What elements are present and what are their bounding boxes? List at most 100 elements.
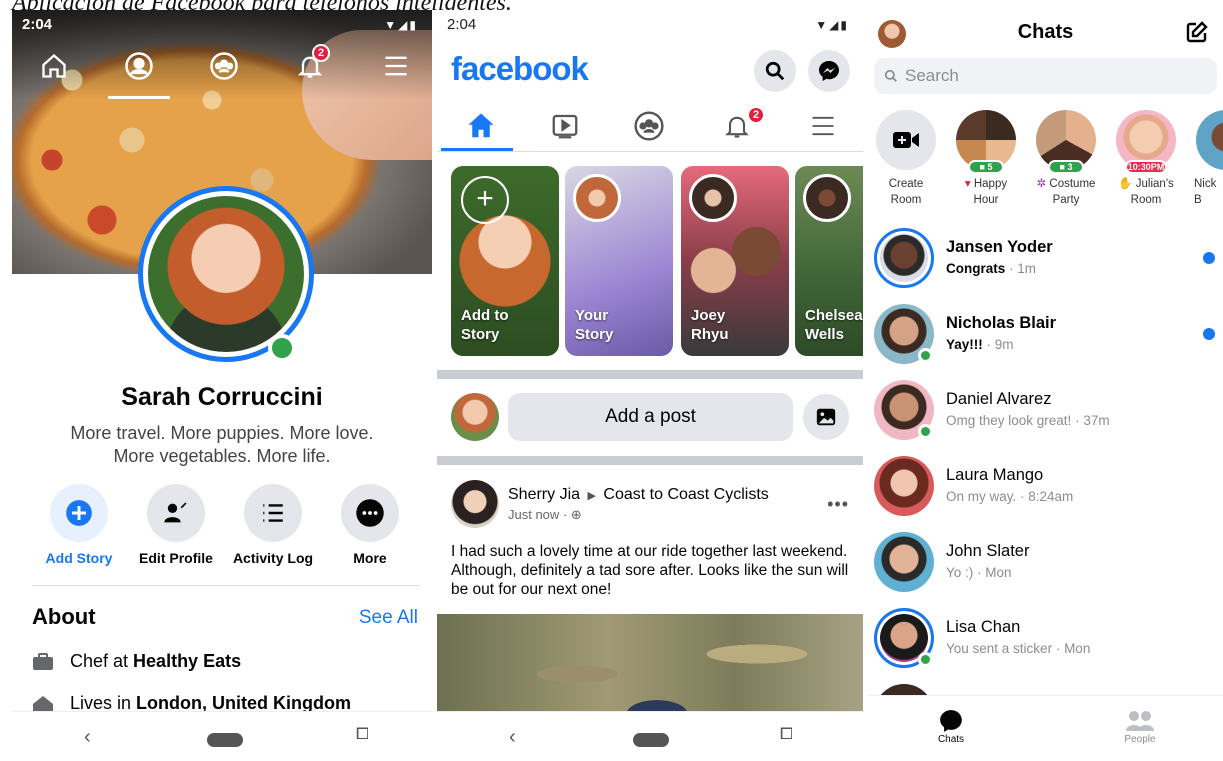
- home-pill-icon[interactable]: [633, 733, 669, 747]
- home-tab[interactable]: [32, 48, 76, 84]
- chat-row[interactable]: Lisa Chan You sent a sticker · Mon: [868, 606, 1223, 682]
- rooms-tray: Create Room ■ 5 ▾ Happy Hour ■ 3 ✲ Costume…: [868, 110, 1223, 220]
- story-card-chelsea[interactable]: Chelsea Wells: [795, 166, 863, 356]
- unread-indicator: [1203, 252, 1215, 264]
- room-happy-hour[interactable]: ■ 5 ▾ Happy Hour: [946, 110, 1026, 208]
- chat-preview: Yo :) · Mon: [946, 565, 1012, 580]
- story-card-your[interactable]: Your Story: [565, 166, 673, 356]
- messenger-button[interactable]: [808, 50, 850, 92]
- online-indicator: [918, 424, 933, 439]
- action-label: Activity Log: [232, 550, 314, 566]
- tab-menu[interactable]: [783, 102, 863, 150]
- messenger-screen: Chats Search Create Room ■ 5 ▾ Happy Hour …: [868, 10, 1223, 761]
- notification-badge: 2: [747, 106, 765, 124]
- room-costume-party[interactable]: ■ 3 ✲ Costume Party: [1026, 110, 1106, 208]
- feed-screen: 2:04 ▼◢▮ facebook 2 + Add to Story Your …: [437, 10, 863, 761]
- chat-row[interactable]: Daniel Alvarez Omg they look great! · 37…: [868, 378, 1223, 454]
- post-author[interactable]: Sherry Jia: [508, 486, 580, 503]
- chat-row[interactable]: Nicholas Blair Yay!!! · 9m: [868, 302, 1223, 378]
- more-button[interactable]: More: [320, 484, 420, 566]
- back-icon[interactable]: ‹: [84, 726, 91, 749]
- room-julians[interactable]: 10:30PM ✋ Julian's Room: [1106, 110, 1186, 208]
- story-card-add[interactable]: + Add to Story: [451, 166, 559, 356]
- room-label: ✲ Costume Party: [1036, 178, 1096, 206]
- online-status-indicator: [268, 334, 296, 362]
- profile-nav: 2: [12, 44, 432, 99]
- section-separator: [437, 370, 863, 379]
- chat-row[interactable]: Laura Mango On my way. · 8:24am: [868, 454, 1223, 530]
- messenger-icon: [819, 61, 839, 81]
- tab-groups[interactable]: [609, 102, 689, 150]
- tab-watch[interactable]: [525, 102, 605, 150]
- hamburger-menu-icon: [385, 56, 407, 76]
- profile-bio: More travel. More puppies. More love. Mo…: [32, 422, 412, 468]
- chat-preview: Omg they look great! · 37m: [946, 413, 1110, 428]
- globe-icon: ⊕: [570, 507, 582, 522]
- post-image[interactable]: [437, 614, 863, 714]
- groups-icon: [634, 111, 664, 141]
- chat-name: Laura Mango: [946, 466, 1044, 484]
- messenger-tab-bar: Chats People: [868, 695, 1223, 761]
- unread-indicator: [1203, 328, 1215, 340]
- create-room-button[interactable]: Create Room: [868, 110, 946, 208]
- rotate-icon[interactable]: ⧠: [356, 726, 369, 744]
- bio-line: More vegetables. More life.: [113, 446, 331, 466]
- active-tab-indicator: [108, 96, 170, 99]
- tab-chats[interactable]: Chats: [911, 708, 991, 745]
- work-prefix: Chef at: [70, 651, 129, 671]
- see-all-link[interactable]: See All: [359, 607, 418, 629]
- search-input[interactable]: Search: [874, 58, 1217, 94]
- arrow-right-icon: ▶: [587, 490, 596, 502]
- chat-row[interactable]: Jansen Yoder Congrats · 1m: [868, 226, 1223, 302]
- story-card-joey[interactable]: Joey Rhyu: [681, 166, 789, 356]
- room-nick[interactable]: Nick B: [1186, 110, 1223, 208]
- add-story-circle: [50, 484, 108, 542]
- rotate-icon[interactable]: ⧠: [780, 726, 793, 744]
- notifications-tab[interactable]: 2: [288, 44, 332, 84]
- online-indicator: [918, 652, 933, 667]
- chat-row[interactable]: John Slater Yo :) · Mon: [868, 530, 1223, 606]
- home-pill-icon[interactable]: [207, 733, 243, 747]
- chat-name: Jansen Yoder: [946, 238, 1053, 256]
- chat-avatar: [874, 532, 934, 592]
- people-icon: [1100, 708, 1180, 734]
- room-label: Create Room: [888, 178, 924, 206]
- tab-people[interactable]: People: [1100, 708, 1180, 745]
- photo-button[interactable]: [803, 394, 849, 440]
- tab-notifications[interactable]: 2: [697, 102, 777, 150]
- tab-home[interactable]: [441, 102, 521, 150]
- home-icon: [42, 53, 66, 78]
- profile-tab[interactable]: [117, 48, 161, 84]
- list-icon: [263, 504, 283, 522]
- system-nav-bar: ‹ ⧠: [12, 711, 432, 761]
- system-nav-bar: ‹ ⧠: [437, 711, 863, 761]
- composer-avatar[interactable]: [451, 393, 499, 441]
- post-group[interactable]: Coast to Coast Cyclists: [603, 486, 768, 503]
- compose-button[interactable]: [1183, 18, 1211, 46]
- activity-log-button[interactable]: Activity Log: [223, 484, 323, 566]
- divider: [32, 585, 420, 586]
- story-name: Chelsea Wells: [805, 307, 863, 343]
- section-separator: [437, 456, 863, 465]
- menu-tab[interactable]: [374, 48, 418, 84]
- story-avatar: [689, 174, 737, 222]
- edit-profile-button[interactable]: Edit Profile: [126, 484, 226, 566]
- add-post-input[interactable]: Add a post: [508, 393, 793, 441]
- chat-preview: On my way. · 8:24am: [946, 489, 1074, 504]
- groups-tab[interactable]: [202, 48, 246, 84]
- sparkle-icon: ✲: [1036, 178, 1047, 190]
- status-time: 2:04: [447, 16, 477, 33]
- about-heading: About: [32, 604, 96, 629]
- room-live-pill: ■ 3: [1048, 160, 1084, 174]
- status-icons: ▼◢▮: [384, 18, 418, 32]
- page-title: Chats: [1017, 21, 1074, 43]
- facebook-logo[interactable]: facebook: [451, 50, 589, 88]
- room-live-pill: ■ 5: [968, 160, 1004, 174]
- post-options-icon[interactable]: •••: [827, 494, 849, 515]
- back-icon[interactable]: ‹: [509, 726, 516, 749]
- post-author-avatar[interactable]: [451, 480, 499, 528]
- add-story-button[interactable]: Add Story: [29, 484, 129, 566]
- post-meta: Just now · ⊕: [508, 507, 582, 523]
- search-button[interactable]: [754, 50, 796, 92]
- plus-icon: +: [461, 176, 509, 224]
